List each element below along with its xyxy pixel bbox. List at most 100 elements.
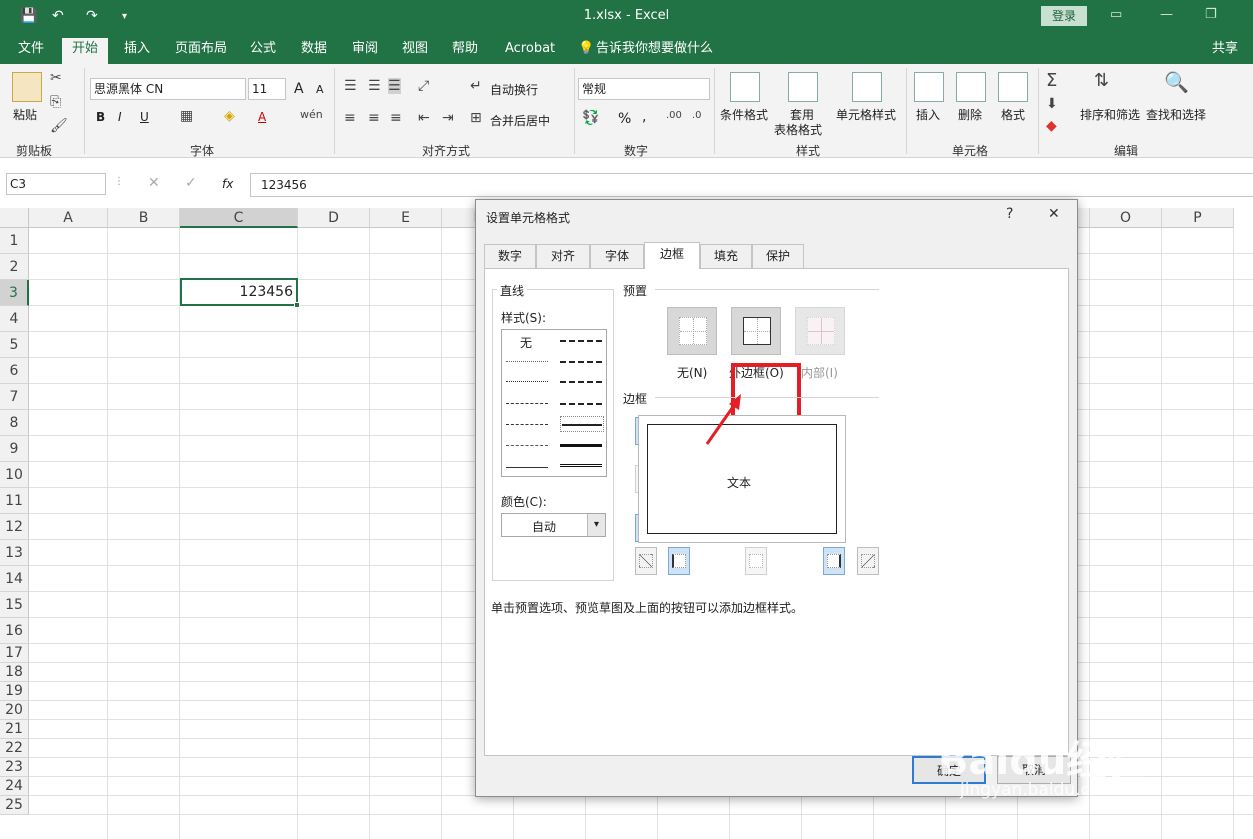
row-header-11[interactable]: 11 — [0, 488, 29, 514]
line-style-dash-dot-dot[interactable] — [506, 403, 548, 404]
preset-none-button[interactable] — [667, 307, 717, 355]
insert-cells-icon[interactable] — [914, 72, 944, 102]
tab-number[interactable]: 数字 — [484, 244, 536, 268]
border-left-button[interactable] — [668, 547, 690, 575]
currency-icon[interactable]: 💱 — [582, 110, 599, 126]
paste-icon[interactable] — [12, 72, 42, 102]
line-style-slant-dash-dot[interactable] — [560, 361, 602, 363]
format-as-table-icon[interactable] — [788, 72, 818, 102]
align-middle-icon[interactable]: ☰ — [368, 78, 381, 94]
column-header-e[interactable]: E — [370, 208, 442, 228]
line-style-medium-dashed[interactable] — [560, 403, 602, 405]
preset-outline-button[interactable] — [731, 307, 781, 355]
increase-indent-icon[interactable]: ⇥ — [442, 110, 454, 126]
column-header-b[interactable]: B — [108, 208, 180, 228]
tab-formulas[interactable]: 公式 — [250, 40, 276, 64]
row-header-24[interactable]: 24 — [0, 777, 29, 796]
row-header-17[interactable]: 17 — [0, 644, 29, 663]
row-header-13[interactable]: 13 — [0, 540, 29, 566]
row-header-1[interactable]: 1 — [0, 228, 29, 254]
line-style-double[interactable] — [560, 464, 602, 467]
tab-review[interactable]: 审阅 — [352, 40, 378, 64]
preset-none-label[interactable]: 无(N) — [677, 364, 707, 381]
row-header-21[interactable]: 21 — [0, 720, 29, 739]
border-diagonal-up-button[interactable] — [635, 547, 657, 575]
line-style-dotted[interactable] — [506, 381, 548, 382]
tab-alignment[interactable]: 对齐 — [536, 244, 590, 268]
tab-border[interactable]: 边框 — [644, 242, 700, 269]
tab-insert[interactable]: 插入 — [124, 40, 150, 64]
row-header-15[interactable]: 15 — [0, 592, 29, 618]
tab-acrobat[interactable]: Acrobat — [505, 40, 555, 64]
border-right-button[interactable] — [823, 547, 845, 575]
paste-button[interactable]: 粘贴 — [13, 106, 37, 123]
row-header-14[interactable]: 14 — [0, 566, 29, 592]
number-format-select[interactable]: 常规 — [578, 78, 710, 100]
wrap-text-icon[interactable]: ↵ — [470, 78, 482, 94]
decrease-decimal-icon[interactable]: .0 — [692, 110, 702, 121]
column-header-a[interactable]: A — [29, 208, 108, 228]
chevron-down-icon[interactable]: ▾ — [587, 514, 605, 536]
line-style-dashed[interactable] — [506, 445, 548, 446]
tab-fill[interactable]: 填充 — [700, 244, 752, 268]
bold-button[interactable]: B — [96, 110, 105, 124]
line-style-none[interactable]: 无 — [520, 334, 532, 351]
row-header-22[interactable]: 22 — [0, 739, 29, 758]
share-button[interactable]: 共享 — [1212, 40, 1238, 64]
wrap-text-button[interactable]: 自动换行 — [490, 81, 538, 98]
formula-input[interactable]: 123456 — [261, 178, 307, 192]
column-header-d[interactable]: D — [298, 208, 370, 228]
preset-inside-button[interactable] — [795, 307, 845, 355]
line-style-dash-dot[interactable] — [506, 424, 548, 425]
clear-icon[interactable]: ◆ — [1046, 118, 1057, 134]
sort-filter-icon[interactable]: ⇅ — [1094, 70, 1109, 91]
conditional-format-button[interactable]: 条件格式 — [720, 106, 768, 123]
comma-button[interactable]: , — [642, 109, 646, 125]
minimize-icon[interactable]: — — [1160, 7, 1173, 22]
login-button[interactable]: 登录 — [1041, 6, 1087, 26]
font-name-select[interactable]: 思源黑体 CN — [90, 78, 246, 100]
font-color-button[interactable]: A — [258, 110, 266, 124]
underline-button[interactable]: U — [140, 110, 149, 124]
tab-page-layout[interactable]: 页面布局 — [175, 40, 227, 64]
help-button[interactable]: ? — [1006, 206, 1013, 222]
shrink-font-icon[interactable]: A — [316, 83, 324, 96]
merge-center-button[interactable]: 合并后居中 — [490, 112, 550, 129]
sort-filter-button[interactable]: 排序和筛选 — [1080, 106, 1140, 123]
tab-view[interactable]: 视图 — [402, 40, 428, 64]
row-header-3[interactable]: 3 — [0, 280, 29, 306]
merge-center-icon[interactable]: ⊞ — [470, 110, 482, 126]
delete-cells-button[interactable]: 删除 — [958, 106, 982, 123]
line-style-medium-dash-dot-dot[interactable] — [560, 340, 602, 342]
fill-handle[interactable] — [294, 302, 300, 308]
row-header-10[interactable]: 10 — [0, 462, 29, 488]
row-header-8[interactable]: 8 — [0, 410, 29, 436]
row-header-19[interactable]: 19 — [0, 682, 29, 701]
orientation-icon[interactable]: ⤢ — [418, 78, 429, 94]
tab-protection[interactable]: 保护 — [752, 244, 804, 268]
row-header-7[interactable]: 7 — [0, 384, 29, 410]
row-header-23[interactable]: 23 — [0, 758, 29, 777]
cell-styles-icon[interactable] — [852, 72, 882, 102]
cut-icon[interactable]: ✂ — [50, 70, 62, 86]
row-header-5[interactable]: 5 — [0, 332, 29, 358]
line-style-list[interactable]: 无 — [501, 329, 607, 477]
row-header-20[interactable]: 20 — [0, 701, 29, 720]
row-header-4[interactable]: 4 — [0, 306, 29, 332]
ribbon-display-icon[interactable]: ▭ — [1110, 7, 1122, 22]
increase-decimal-icon[interactable]: .00 — [666, 110, 682, 121]
tab-home[interactable]: 开始 — [62, 38, 109, 64]
format-as-table-label-2[interactable]: 表格格式 — [774, 121, 822, 138]
insert-cells-button[interactable]: 插入 — [916, 106, 940, 123]
fill-color-icon[interactable]: ◈ — [224, 108, 235, 124]
name-box[interactable]: C3 — [6, 173, 106, 195]
tab-help[interactable]: 帮助 — [452, 40, 478, 64]
find-select-button[interactable]: 查找和选择 — [1146, 106, 1206, 123]
italic-button[interactable]: I — [118, 110, 122, 124]
fill-icon[interactable]: ⬇ — [1046, 96, 1058, 112]
row-header-12[interactable]: 12 — [0, 514, 29, 540]
align-center-icon[interactable]: ≡ — [368, 110, 380, 126]
line-style-hair[interactable] — [506, 361, 548, 362]
align-right-icon[interactable]: ≡ — [390, 110, 402, 126]
cancel-entry-icon[interactable]: ✕ — [148, 175, 160, 191]
